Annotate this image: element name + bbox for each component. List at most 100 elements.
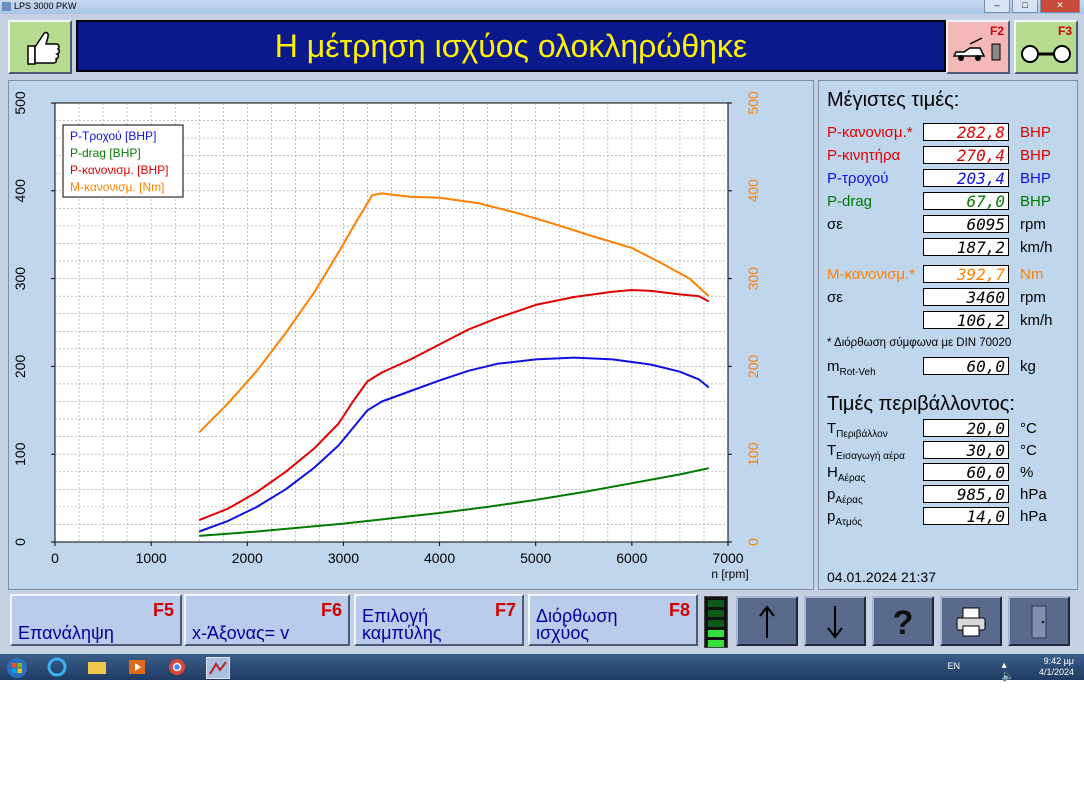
env-value-value: 60,0	[923, 463, 1009, 482]
max-value-unit: km/h	[1020, 239, 1053, 256]
x-tick-label: 7000	[712, 550, 743, 566]
signal-led-bar	[704, 596, 728, 648]
max-value-label: P-κανονισμ.*	[827, 124, 913, 141]
max-value-row: P-τροχού 203,4 BHP	[827, 169, 1071, 189]
env-value-unit: °C	[1020, 420, 1037, 437]
y-right-tick-label: 0	[745, 538, 761, 546]
fkey-caption: x-Άξονας= v	[192, 623, 290, 643]
x-tick-label: 4000	[424, 550, 455, 566]
maximize-button[interactable]: □	[1012, 0, 1038, 13]
fkey-label: F6	[320, 600, 342, 620]
clock-time[interactable]: 9:42 μμ	[1024, 656, 1074, 666]
printer-icon	[956, 607, 986, 637]
taskbar-lps-app[interactable]	[206, 657, 230, 679]
max-value-value: 282,8	[923, 123, 1009, 142]
mass-row: mRot-Veh 60,0 kg	[827, 357, 1071, 378]
env-value-value: 14,0	[923, 507, 1009, 526]
language-indicator[interactable]: EN	[947, 661, 960, 671]
f2-key-label: F2	[989, 24, 1004, 38]
power-chart-panel: 0 1000 2000 3000 4000 5000 6000 7000 n [rpm] 0 0 10…	[8, 80, 814, 590]
fkey-f6-button[interactable]: F6 x-Άξονας= v	[184, 594, 350, 646]
minimize-button[interactable]: –	[984, 0, 1010, 13]
legend-entry: Μ-κανονισμ. [Nm]	[70, 180, 164, 194]
torque-value-value: 3460	[923, 288, 1009, 307]
env-value-unit: hPa	[1020, 508, 1047, 525]
torque-value-row: 106,2 km/h	[827, 311, 1071, 331]
y-left-tick-label: 100	[12, 442, 28, 466]
internet-explorer-icon	[47, 657, 67, 677]
max-value-unit: BHP	[1020, 170, 1051, 187]
legend-entry: P-Τροχού [BHP]	[70, 129, 156, 143]
exit-door-button[interactable]	[1008, 596, 1070, 646]
windows-logo-icon	[7, 658, 27, 678]
din-footnote: * Διόρθωση σύμφωνα με DIN 70020	[827, 337, 1012, 349]
max-value-label: P-drag	[827, 193, 873, 210]
mass-value: 60,0	[923, 357, 1009, 376]
taskbar-explorer[interactable]	[86, 657, 108, 677]
clock-date[interactable]: 4/1/2024	[1024, 667, 1074, 677]
status-header: Η μέτρηση ισχύος ολοκληρώθηκε	[76, 20, 946, 72]
fkey-f5-button[interactable]: F5 Επανάληψη	[10, 594, 182, 646]
y-left-tick-label: 500	[12, 91, 28, 115]
windows-taskbar: EN ▴ 🔈 ▭ ⚑ 9:42 μμ 4/1/2024	[0, 654, 1084, 704]
taskbar-media[interactable]	[126, 657, 148, 677]
y-left-tick-label: 200	[12, 355, 28, 379]
fkey-f8-button[interactable]: F8 Διόρθωση ισχύος	[528, 594, 698, 646]
env-value-label: pΑέρας	[827, 486, 863, 506]
torque-value-unit: km/h	[1020, 312, 1053, 329]
taskbar-ie[interactable]	[46, 657, 68, 677]
max-value-row: P-κινητήρα 270,4 BHP	[827, 146, 1071, 166]
y-right-tick-label: 500	[745, 91, 761, 115]
mass-unit: kg	[1020, 358, 1036, 375]
torque-value-row: σε 3460 rpm	[827, 288, 1071, 308]
max-value-value: 187,2	[923, 238, 1009, 257]
max-value-value: 67,0	[923, 192, 1009, 211]
start-button[interactable]	[6, 657, 28, 678]
fkey-label: F8	[668, 600, 690, 620]
print-button[interactable]	[940, 596, 1002, 646]
f2-dyno-car-button[interactable]: F2	[946, 20, 1010, 74]
fkey-label: F5	[152, 600, 174, 620]
close-button[interactable]: ✕	[1040, 0, 1080, 13]
fkey-f7-button[interactable]: F7 Επιλογή καμπύλης	[354, 594, 524, 646]
torque-value-value: 106,2	[923, 311, 1009, 330]
x-tick-label: 2000	[232, 550, 263, 566]
env-value-row: pΑτμός 14,0 hPa	[827, 507, 1071, 528]
env-value-unit: %	[1020, 464, 1034, 481]
chrome-icon	[169, 659, 185, 675]
x-tick-label: 6000	[616, 550, 647, 566]
max-value-value: 6095	[923, 215, 1009, 234]
max-values-panel: Μέγιστες τιμές: P-κανονισμ.* 282,8 BHP P-κι…	[818, 80, 1078, 590]
env-values-title: Τιμές περιβάλλοντος:	[827, 393, 1015, 415]
max-value-label: P-τροχού	[827, 170, 889, 187]
help-button[interactable]: ?	[872, 596, 934, 646]
f3-roller-button[interactable]: F3	[1014, 20, 1078, 74]
y-left-tick-label: 0	[12, 538, 28, 546]
svg-text:?: ?	[893, 604, 914, 640]
y-left-tick-label: 300	[12, 267, 28, 291]
max-values-title: Μέγιστες τιμές:	[827, 89, 960, 111]
max-value-value: 270,4	[923, 146, 1009, 165]
env-value-row: TΠεριβάλλον 20,0 °C	[827, 419, 1071, 440]
x-tick-label: 3000	[328, 550, 359, 566]
taskbar-chrome[interactable]	[166, 657, 188, 677]
max-value-row: P-κανονισμ.* 282,8 BHP	[827, 123, 1071, 143]
env-value-row: pΑέρας 985,0 hPa	[827, 485, 1071, 506]
question-mark-icon: ?	[893, 604, 914, 642]
arrow-down-button[interactable]	[804, 596, 866, 646]
max-value-row: 187,2 km/h	[827, 238, 1071, 258]
legend-entry: P-κανονισμ. [BHP]	[70, 163, 168, 177]
torque-value-row: Μ-κανονισμ.* 392,7 Nm	[827, 265, 1071, 285]
tray-icons[interactable]: ▴ 🔈 ▭ ⚑	[1002, 660, 1014, 704]
env-value-row: HΑέρας 60,0%	[827, 463, 1071, 484]
env-value-unit: hPa	[1020, 486, 1047, 503]
f3-key-label: F3	[1057, 24, 1072, 38]
fkey-caption: Επιλογή καμπύλης	[362, 606, 442, 643]
arrow-up-button[interactable]	[736, 596, 798, 646]
app-icon	[2, 2, 11, 11]
thumbs-up-button[interactable]	[8, 20, 72, 74]
env-value-label: TΕισαγωγή αέρα	[827, 442, 905, 462]
env-value-label: pΑτμός	[827, 508, 863, 528]
max-value-unit: rpm	[1020, 216, 1046, 233]
y-right-tick-label: 400	[745, 179, 761, 203]
